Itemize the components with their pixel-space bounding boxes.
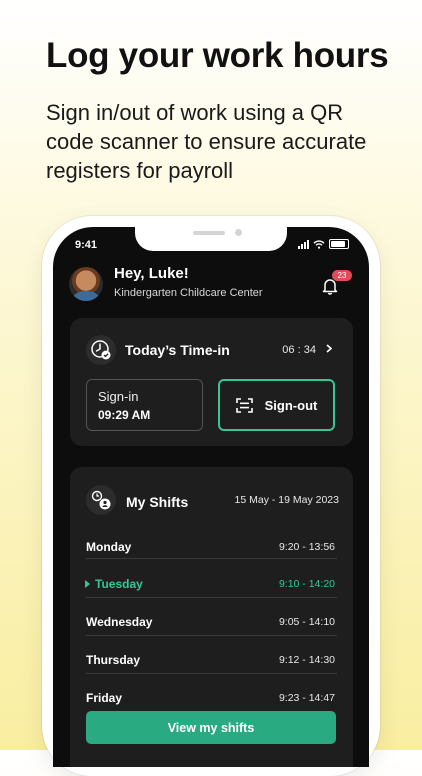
shifts-title: My Shifts: [126, 494, 189, 510]
shifts-card: My Shifts 15 May - 19 May 2023 Monday 9:…: [70, 467, 353, 767]
app-screen: 9:41 Hey, Luke! Kindergarten Childcare C…: [53, 227, 369, 767]
time-in-title: Today’s Time-in: [125, 342, 230, 358]
signin-time: 09:29 AM: [98, 408, 151, 422]
elapsed-value: 06 : 34: [282, 344, 316, 356]
phone-notch: [135, 227, 287, 251]
speaker-grille: [193, 231, 225, 235]
battery-icon: [329, 239, 349, 249]
signin-box: Sign-in 09:29 AM: [86, 379, 203, 431]
shift-hours: 9:23 - 14:47: [278, 692, 335, 704]
shift-day: Tuesday: [95, 577, 143, 591]
signal-icon: [298, 239, 309, 249]
shift-day: Monday: [86, 540, 132, 554]
shift-day: Friday: [86, 691, 123, 705]
chevron-right-icon: [326, 344, 333, 353]
shifts-date-range: 15 May - 19 May 2023: [234, 494, 339, 506]
wifi-icon: [313, 239, 325, 249]
shift-row-monday[interactable]: Monday 9:20 - 13:56: [70, 528, 353, 566]
qr-scan-icon: [235, 397, 253, 413]
elapsed-timer[interactable]: 06 : 34: [282, 344, 333, 356]
status-time: 9:41: [75, 239, 98, 251]
shift-day: Wednesday: [86, 615, 153, 629]
shift-hours: 9:12 - 14:30: [278, 654, 335, 666]
front-camera: [235, 229, 242, 236]
organization-name: Kindergarten Childcare Center: [114, 287, 263, 299]
notification-badge: 23: [332, 270, 352, 281]
signout-button[interactable]: Sign-out: [218, 379, 335, 431]
greeting: Hey, Luke!: [114, 265, 189, 282]
clock-check-icon: [86, 335, 116, 365]
promo-headline: Log your work hours: [46, 36, 389, 75]
divider: [86, 673, 337, 674]
shift-day: Thursday: [86, 653, 141, 667]
view-my-shifts-button[interactable]: View my shifts: [86, 711, 336, 744]
avatar[interactable]: [69, 267, 103, 301]
divider: [86, 635, 337, 636]
divider: [86, 558, 337, 559]
divider: [86, 597, 337, 598]
shift-hours: 9:05 - 14:10: [278, 616, 335, 628]
status-icons: [298, 239, 349, 249]
time-in-card: Today’s Time-in 06 : 34 Sign-in 09:29 AM…: [70, 318, 353, 446]
current-day-arrow-icon: [85, 580, 90, 588]
shift-person-icon: [86, 485, 116, 515]
shift-hours: 9:10 - 14:20: [278, 578, 335, 590]
promo-subline: Sign in/out of work using a QR code scan…: [46, 100, 367, 183]
signin-label: Sign-in: [98, 389, 139, 404]
signout-label: Sign-out: [264, 397, 318, 413]
shift-hours: 9:20 - 13:56: [278, 541, 335, 553]
